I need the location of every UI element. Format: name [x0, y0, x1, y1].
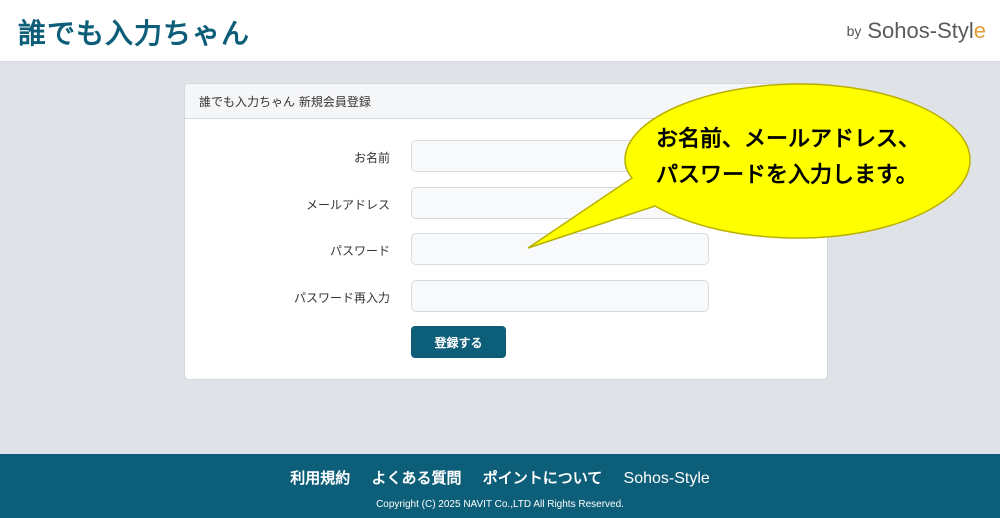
- callout-text: お名前、メールアドレス、 パスワードを入力します。: [656, 122, 956, 194]
- callout-line-1: お名前、メールアドレス、: [656, 127, 921, 152]
- form-row-password-confirm: パスワード再入力: [185, 280, 829, 314]
- footer-link-terms[interactable]: 利用規約: [290, 469, 350, 487]
- name-label: お名前: [353, 151, 390, 165]
- register-button[interactable]: 登録する: [411, 326, 506, 358]
- site-footer: 利用規約 よくある質問 ポイントについて Sohos-Style Copyrig…: [0, 454, 1000, 518]
- brand-by: by: [846, 23, 862, 39]
- footer-link-sohos-style[interactable]: Sohos-Style: [624, 470, 710, 487]
- email-label: メールアドレス: [305, 198, 390, 212]
- footer-link-points[interactable]: ポイントについて: [483, 469, 603, 487]
- password-confirm-input[interactable]: [411, 280, 709, 312]
- copyright-text: Copyright (C) 2025 NAVIT Co.,LTD All Rig…: [376, 499, 624, 510]
- card-title: 誰でも入力ちゃん 新規会員登録: [185, 84, 827, 119]
- brand-mark: by Sohos-Style: [847, 18, 986, 44]
- password-input[interactable]: [411, 233, 709, 265]
- footer-links: 利用規約 よくある質問 ポイントについて Sohos-Style: [0, 467, 1000, 488]
- site-header: 誰でも入力ちゃん by Sohos-Style: [0, 0, 1000, 62]
- password-confirm-label: パスワード再入力: [293, 291, 390, 305]
- brand-name: Sohos-Style: [867, 18, 986, 43]
- callout-line-2: パスワードを入力します。: [656, 163, 918, 188]
- password-label: パスワード: [329, 244, 390, 258]
- site-logo[interactable]: 誰でも入力ちゃん: [18, 12, 250, 52]
- footer-link-faq[interactable]: よくある質問: [371, 469, 461, 487]
- form-row-password: パスワード: [185, 233, 829, 267]
